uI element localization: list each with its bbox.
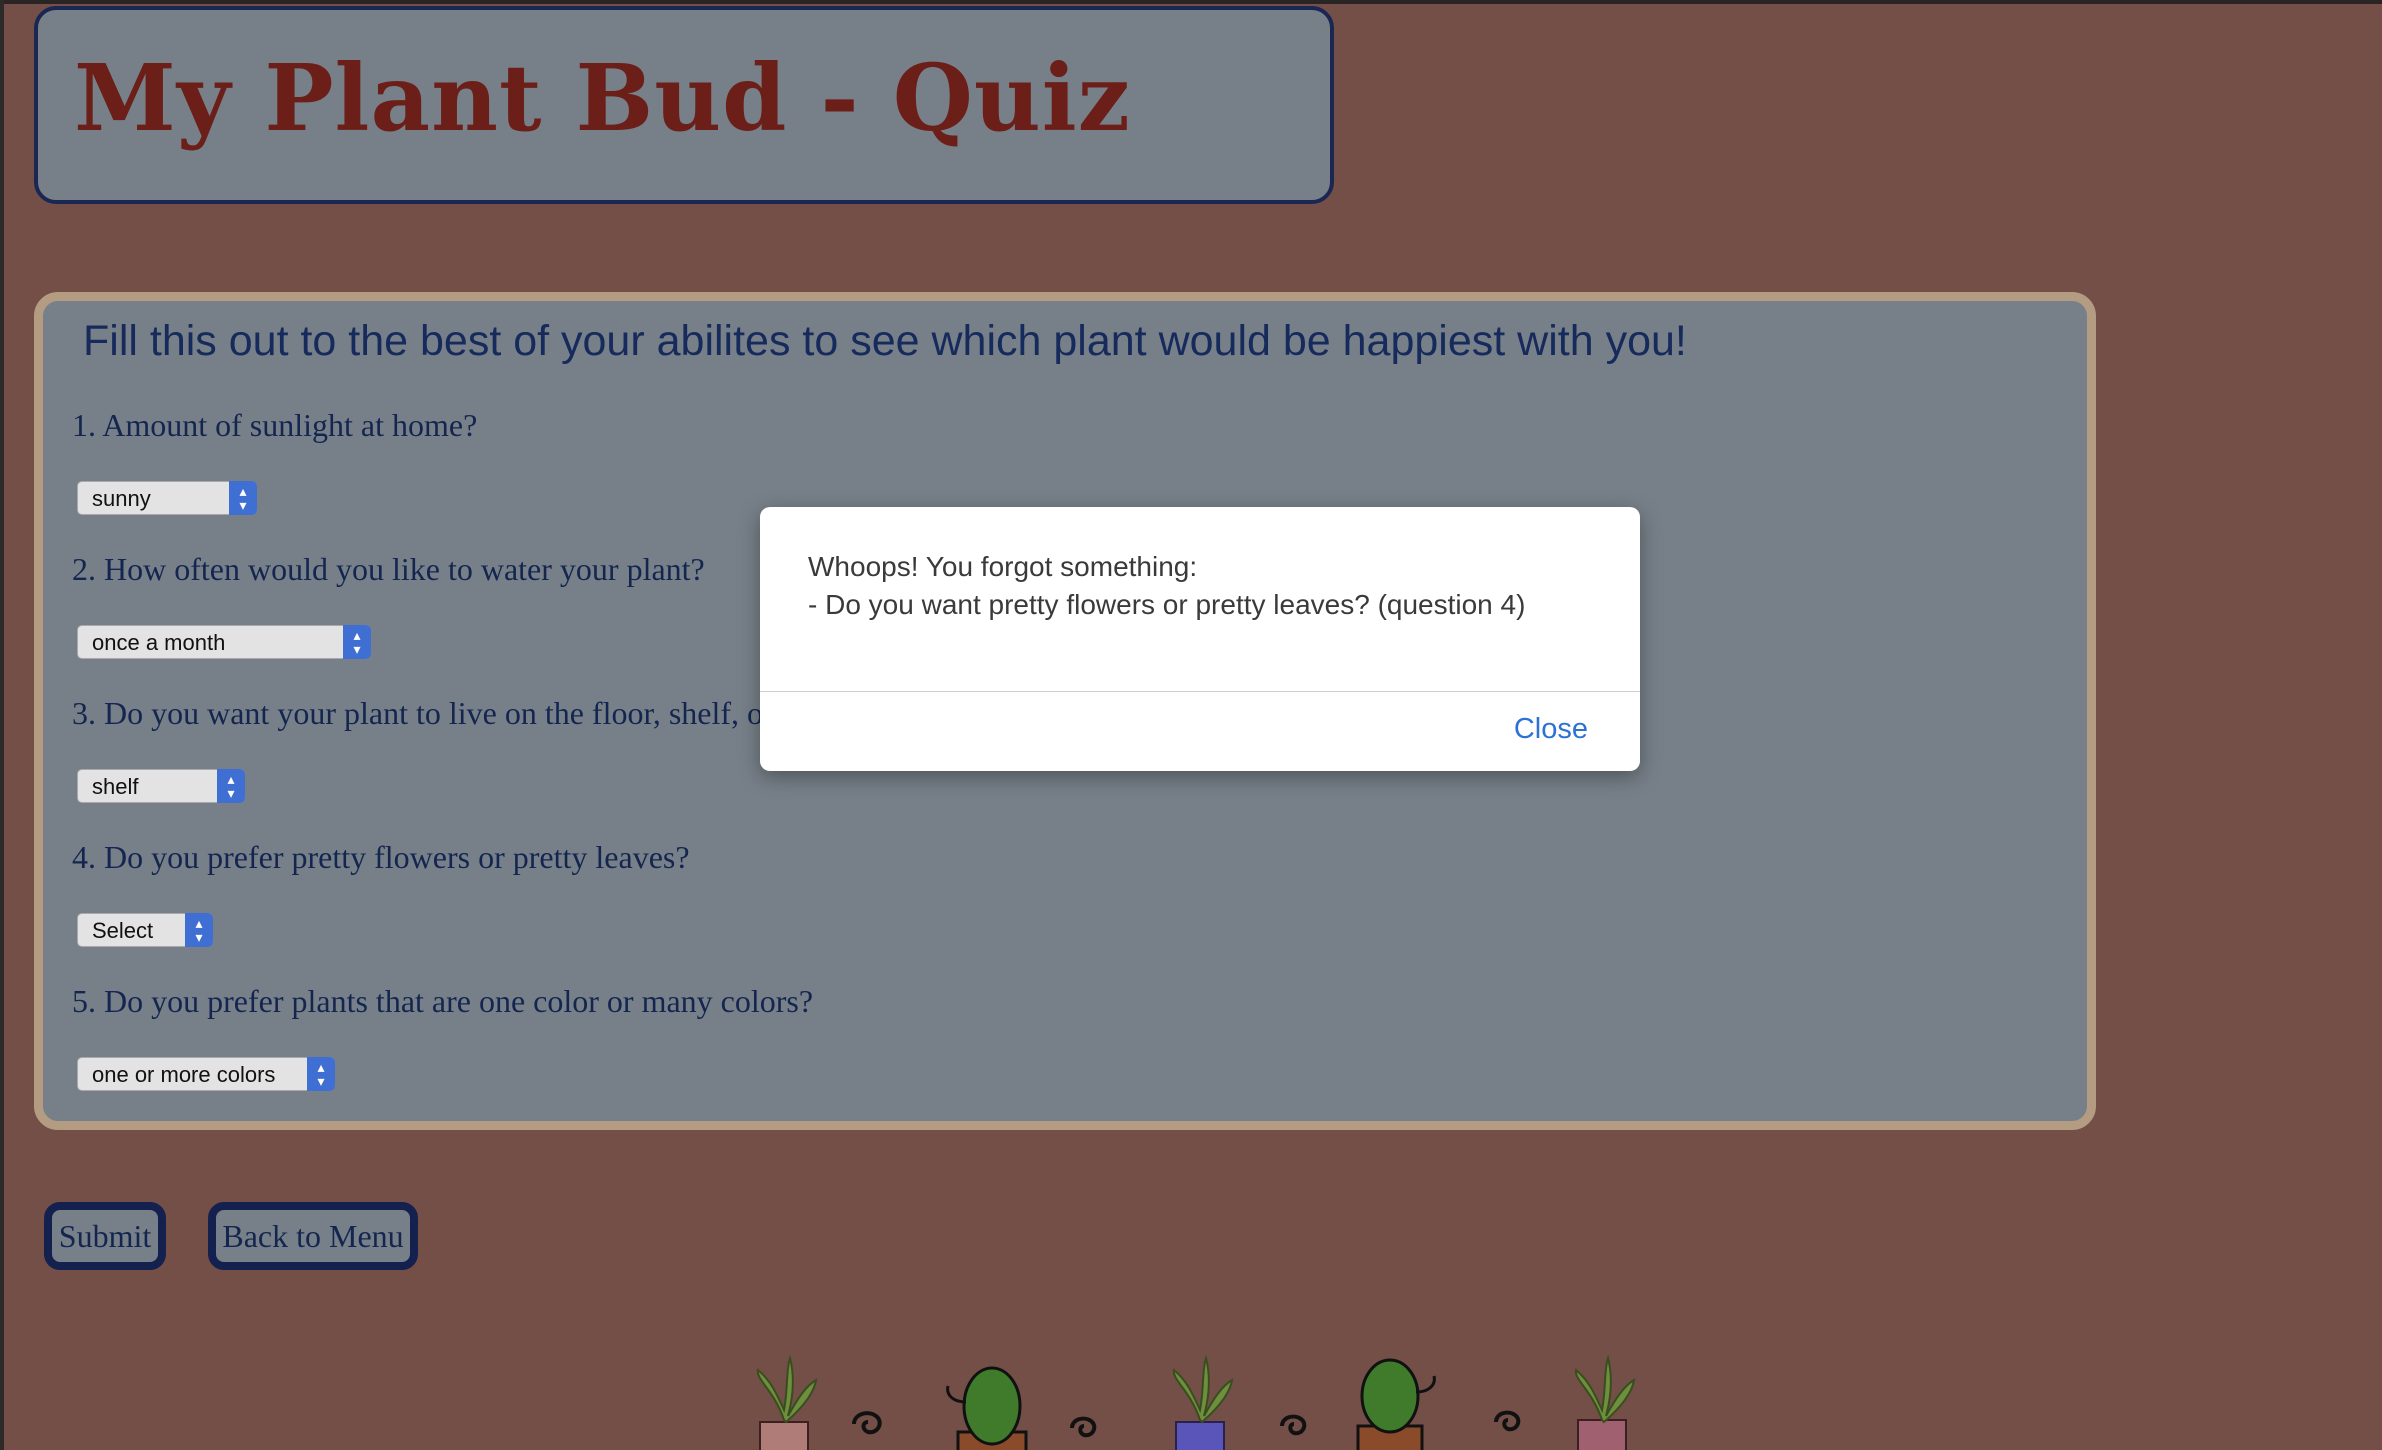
select-arrows-icon: ▴ ▾ xyxy=(217,769,245,803)
succulent-icon xyxy=(1172,1354,1234,1450)
cactus-pot-icon xyxy=(946,1366,1028,1450)
flowers-leaves-select[interactable]: Select ▴ ▾ xyxy=(77,913,213,947)
select-arrows-icon: ▴ ▾ xyxy=(307,1057,335,1091)
watering-select[interactable]: once a month ▴ ▾ xyxy=(77,625,371,659)
quiz-intro: Fill this out to the best of your abilit… xyxy=(83,317,1687,365)
succulent-icon xyxy=(1574,1354,1636,1450)
flowers-leaves-select-value: Select xyxy=(92,918,154,943)
back-to-menu-button[interactable]: Back to Menu xyxy=(208,1202,418,1270)
swirl-icon xyxy=(1494,1410,1521,1432)
title-banner: My Plant Bud - Quiz xyxy=(34,6,1334,204)
cactus-pot-icon xyxy=(1356,1358,1436,1450)
sunlight-select[interactable]: sunny ▴ ▾ xyxy=(77,481,257,515)
succulent-icon xyxy=(756,1354,818,1450)
submit-button[interactable]: Submit xyxy=(44,1202,166,1270)
alert-dialog: Whoops! You forgot something: - Do you w… xyxy=(760,507,1640,771)
colors-select[interactable]: one or more colors ▴ ▾ xyxy=(77,1057,335,1091)
question-1-label: 1. Amount of sunlight at home? xyxy=(72,407,478,443)
dialog-close-button[interactable]: Close xyxy=(1514,713,1588,746)
dialog-message-line-1: Whoops! You forgot something: xyxy=(808,551,1198,582)
location-select[interactable]: shelf ▴ ▾ xyxy=(77,769,245,803)
question-4-label: 4. Do you prefer pretty flowers or prett… xyxy=(72,839,690,875)
select-arrows-icon: ▴ ▾ xyxy=(343,625,371,659)
swirl-icon xyxy=(1280,1414,1307,1436)
plant-decoration-strip xyxy=(756,1354,1636,1450)
question-5-label: 5. Do you prefer plants that are one col… xyxy=(72,983,814,1019)
select-arrows-icon: ▴ ▾ xyxy=(229,481,257,515)
watering-select-value: once a month xyxy=(92,630,226,655)
dialog-message-line-2: - Do you want pretty flowers or pretty l… xyxy=(808,589,1526,620)
sunlight-select-value: sunny xyxy=(92,486,151,511)
question-3-label: 3. Do you want your plant to live on the… xyxy=(72,695,774,731)
select-arrows-icon: ▴ ▾ xyxy=(185,913,213,947)
dialog-divider xyxy=(760,691,1640,692)
swirl-icon xyxy=(1070,1416,1097,1438)
colors-select-value: one or more colors xyxy=(92,1062,276,1087)
page-title: My Plant Bud - Quiz xyxy=(74,44,1131,152)
window-top-edge xyxy=(0,0,2382,4)
location-select-value: shelf xyxy=(92,774,139,799)
swirl-icon xyxy=(852,1411,882,1435)
question-2-label: 2. How often would you like to water you… xyxy=(72,551,705,587)
window-left-edge xyxy=(0,0,4,1450)
